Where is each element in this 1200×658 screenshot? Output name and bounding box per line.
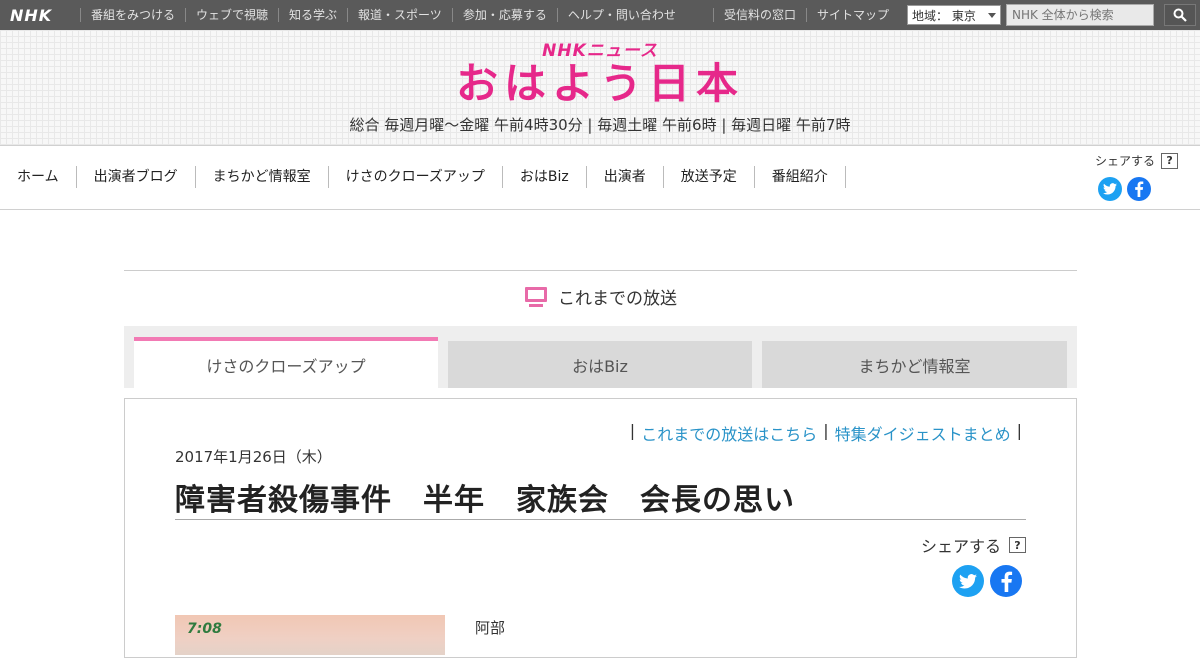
section-divider — [124, 270, 1077, 271]
broadcast-schedule: 総合 毎週月曜～金曜 午前4時30分 | 毎週土曜 午前6時 | 毎週日曜 午前… — [349, 116, 851, 134]
twitter-icon — [959, 573, 977, 589]
program-nav-closeup[interactable]: けさのクローズアップ — [329, 166, 503, 188]
article-box: | これまでの放送はこちら | 特集ダイジェストまとめ | 2017年1月26日… — [124, 398, 1077, 658]
region-select-value: 地域： 東京 — [912, 8, 976, 23]
program-nav-schedule[interactable]: 放送予定 — [664, 166, 755, 188]
program-nav-about[interactable]: 番組紹介 — [755, 166, 846, 188]
program-nav-cast-blog[interactable]: 出演者ブログ — [77, 166, 196, 188]
nhk-logo[interactable]: NHK — [0, 0, 80, 30]
digest-summary-link[interactable]: 特集ダイジェストまとめ — [835, 421, 1011, 445]
tab-closeup[interactable]: けさのクローズアップ — [134, 337, 438, 388]
article-share-help-button[interactable]: ? — [1009, 537, 1026, 553]
article-facebook-share-button[interactable] — [990, 565, 1022, 597]
share-help-button[interactable]: ? — [1161, 152, 1179, 169]
global-nav-watch-web[interactable]: ウェブで視聴 — [185, 8, 278, 22]
facebook-share-button[interactable] — [1127, 177, 1151, 201]
article-share-label: シェアする — [920, 537, 1001, 556]
global-nav-participate[interactable]: 参加・応募する — [451, 8, 557, 22]
tv-icon — [525, 286, 547, 307]
facebook-icon — [1135, 181, 1144, 197]
tab-machikado-label: まちかど情報室 — [858, 356, 971, 376]
twitter-icon — [1103, 183, 1117, 195]
headline-rule — [175, 519, 1026, 520]
global-nav-fee[interactable]: 受信料の窓口 — [712, 8, 806, 22]
global-nav-help[interactable]: ヘルプ・問い合わせ — [556, 8, 686, 22]
tab-ohabiz-label: おはBiz — [572, 356, 628, 376]
twitter-share-button[interactable] — [1098, 177, 1122, 201]
search-input[interactable] — [1006, 4, 1154, 26]
article-twitter-share-button[interactable] — [952, 565, 984, 597]
article-headline: 障害者殺傷事件 半年 家族会 会長の思い — [175, 483, 795, 518]
archive-links: | これまでの放送はこちら | 特集ダイジェストまとめ | — [630, 421, 1022, 445]
header-share: シェアする ? — [1095, 152, 1195, 201]
past-broadcasts-link[interactable]: これまでの放送はこちら — [641, 421, 817, 445]
search-button[interactable] — [1164, 4, 1196, 26]
search-icon — [1173, 8, 1187, 22]
thumbnail-timestamp: 7:08 — [187, 621, 222, 637]
tab-closeup-label: けさのクローズアップ — [206, 356, 366, 376]
category-tabs: けさのクローズアップ おはBiz まちかど情報室 — [124, 326, 1077, 388]
global-nav-find-programs[interactable]: 番組をみつける — [80, 8, 185, 22]
section-header: これまでの放送 — [124, 284, 1077, 309]
tab-ohabiz[interactable]: おはBiz — [448, 341, 752, 388]
program-nav-home[interactable]: ホーム — [0, 166, 77, 188]
region-select[interactable]: 地域： 東京 — [907, 5, 1001, 25]
program-nav-cast[interactable]: 出演者 — [587, 166, 664, 188]
program-nav-ohabiz[interactable]: おはBiz — [503, 166, 587, 188]
global-nav-learn[interactable]: 知る学ぶ — [278, 8, 347, 22]
program-title-logo[interactable]: おはよう日本 — [0, 58, 1200, 110]
link-separator: | — [629, 421, 636, 440]
video-thumbnail[interactable]: 7:08 — [175, 615, 445, 655]
link-separator: | — [1016, 421, 1022, 440]
program-nav-machikado[interactable]: まちかど情報室 — [196, 166, 329, 188]
global-nav-sitemap[interactable]: サイトマップ — [805, 8, 899, 22]
section-title: これまでの放送 — [558, 289, 677, 309]
link-separator: | — [823, 421, 829, 440]
facebook-icon — [1000, 571, 1012, 592]
article-share: シェアする ? — [921, 533, 1026, 597]
chevron-down-icon — [988, 13, 996, 18]
speaker-name: 阿部 — [475, 619, 506, 637]
program-nav: ホーム 出演者ブログ まちかど情報室 けさのクローズアップ おはBiz 出演者 … — [0, 146, 1200, 210]
tab-machikado[interactable]: まちかど情報室 — [762, 341, 1067, 388]
program-header: NHKニュース おはよう日本 総合 毎週月曜～金曜 午前4時30分 | 毎週土曜… — [0, 30, 1200, 146]
global-nav-bar: NHK 番組をみつける ウェブで視聴 知る学ぶ 報道・スポーツ 参加・応募する … — [0, 0, 1200, 30]
global-nav-right: 受信料の窓口 サイトマップ — [712, 0, 899, 30]
share-label: シェアする — [1095, 154, 1156, 168]
global-nav-news-sports[interactable]: 報道・スポーツ — [347, 8, 452, 22]
global-nav: 番組をみつける ウェブで視聴 知る学ぶ 報道・スポーツ 参加・応募する ヘルプ・… — [80, 0, 686, 30]
article-date: 2017年1月26日（木） — [175, 448, 332, 466]
